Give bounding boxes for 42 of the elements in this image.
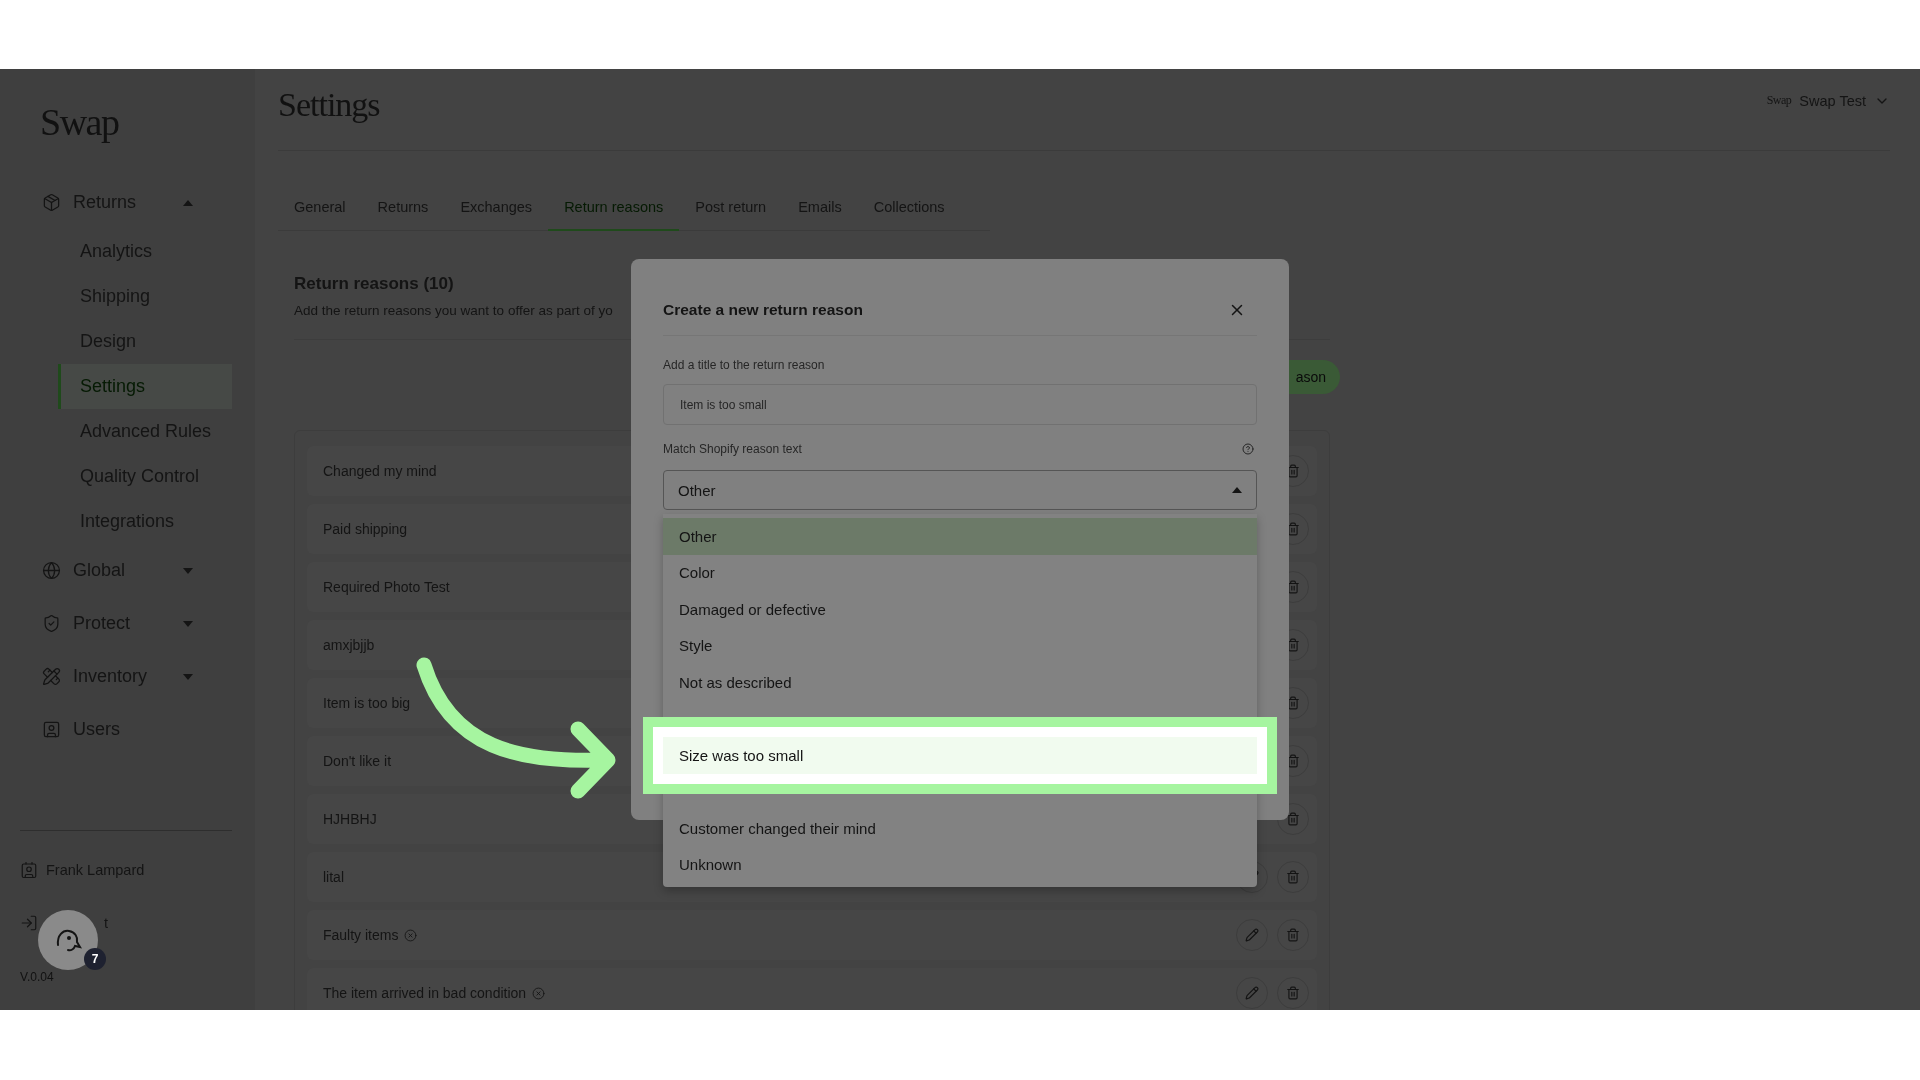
- trash-icon: [1286, 522, 1300, 536]
- x-circle-icon: [404, 928, 418, 942]
- user-card-icon: [20, 860, 38, 879]
- chat-button[interactable]: [38, 910, 98, 970]
- dropdown-option[interactable]: Unknown: [663, 846, 1257, 883]
- trash-icon: [1286, 812, 1300, 826]
- dropdown-option[interactable]: Not as described: [663, 664, 1257, 701]
- caret-icon: [1232, 487, 1242, 493]
- field-label: Match Shopify reason text: [663, 442, 802, 456]
- dropdown-option[interactable]: Style: [663, 627, 1257, 664]
- settings-tab[interactable]: Return reasons: [548, 184, 680, 231]
- reason-select[interactable]: Other: [663, 470, 1257, 510]
- expand-caret-icon: [183, 673, 193, 680]
- notification-badge: 7: [84, 948, 106, 970]
- trash-icon: [1286, 986, 1300, 1000]
- pencil-icon: [1245, 928, 1259, 942]
- dialog-title: Create a new return reason: [663, 301, 863, 319]
- field-label: Add a title to the return reason: [663, 358, 825, 372]
- dropdown-option[interactable]: Color: [663, 554, 1257, 591]
- nav-item[interactable]: Settings: [58, 364, 232, 409]
- x-circle-icon: [532, 986, 546, 1000]
- help-icon[interactable]: [1242, 443, 1254, 455]
- collapse-caret-icon: [183, 199, 193, 206]
- expand-caret-icon: [183, 620, 193, 627]
- box-icon: [42, 193, 61, 212]
- trash-icon: [1286, 870, 1300, 884]
- trash-icon: [1286, 696, 1300, 710]
- user-square-icon: [42, 720, 61, 739]
- title-input[interactable]: Item is too small: [663, 384, 1257, 425]
- pencil-ruler-icon: [42, 667, 61, 686]
- shield-check-icon: [42, 614, 61, 633]
- trash-icon: [1286, 638, 1300, 652]
- trash-icon: [1286, 928, 1300, 942]
- dropdown-option[interactable]: Other: [663, 518, 1257, 555]
- trash-icon: [1286, 754, 1300, 768]
- dropdown-option[interactable]: Damaged or defective: [663, 591, 1257, 628]
- trash-icon: [1286, 580, 1300, 594]
- globe-icon: [42, 561, 61, 580]
- pencil-icon: [1245, 986, 1259, 1000]
- dropdown-option[interactable]: Customer changed their mind: [663, 810, 1257, 847]
- expand-caret-icon: [183, 567, 193, 574]
- trash-icon: [1286, 464, 1300, 478]
